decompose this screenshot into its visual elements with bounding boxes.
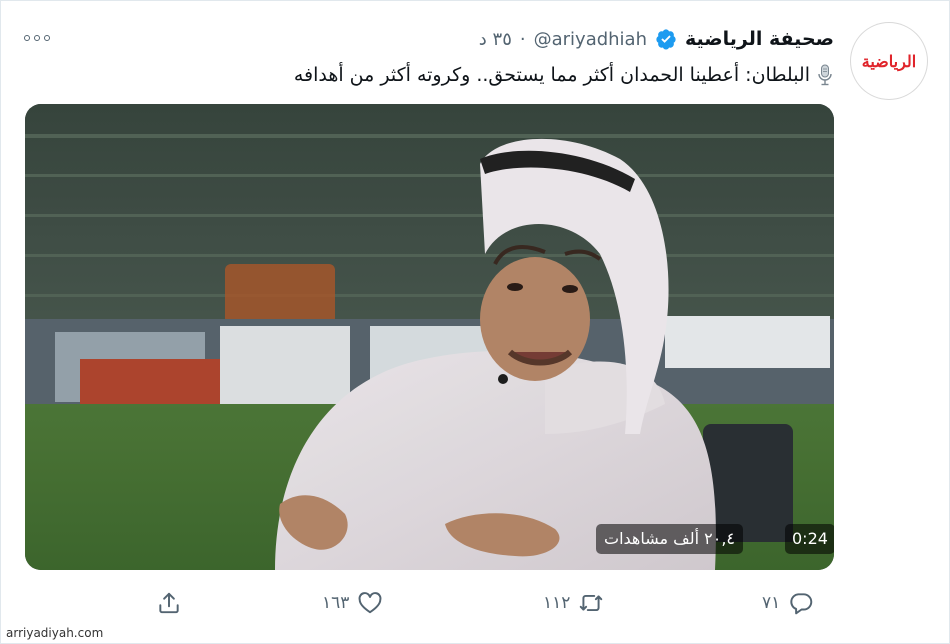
duration-badge: 0:24	[785, 524, 834, 554]
retweet-button[interactable]: ١١٢	[543, 585, 604, 621]
reply-count: ٧١	[762, 593, 781, 613]
microphone-icon	[816, 64, 834, 86]
more-icon[interactable]	[24, 30, 54, 46]
share-icon	[156, 590, 182, 616]
heart-icon	[357, 590, 383, 616]
tweet-header: صحيفة الرياضية @ariyadhiah · ٣٥ د	[479, 24, 834, 54]
separator-dot: ·	[519, 28, 526, 50]
avatar[interactable]: الرياضية	[850, 22, 928, 100]
like-button[interactable]: ١٦٣	[322, 585, 383, 621]
share-button[interactable]	[156, 585, 182, 621]
avatar-logo-text: الرياضية	[861, 51, 917, 71]
tweet-card[interactable]: الرياضية صحيفة الرياضية @ariyadhiah · ٣٥…	[0, 0, 950, 644]
display-name[interactable]: صحيفة الرياضية	[685, 28, 834, 50]
reply-button[interactable]: ٧١	[762, 585, 814, 621]
timestamp[interactable]: ٣٥ د	[479, 29, 512, 50]
tweet-text-row: البلطان: أعطينا الحمدان أكثر مما يستحق..…	[134, 58, 834, 92]
tweet-actions: ٧١ ١١٢ ١٦٣	[0, 585, 950, 621]
handle[interactable]: @ariyadhiah	[534, 29, 647, 50]
tweet-text: البلطان: أعطينا الحمدان أكثر مما يستحق..…	[293, 64, 810, 86]
retweet-count: ١١٢	[543, 593, 571, 613]
views-badge: ٢٠,٤ ألف مشاهدات	[596, 524, 743, 554]
video-player[interactable]: ٢٠,٤ ألف مشاهدات 0:24	[25, 104, 834, 570]
video-thumbnail	[25, 104, 834, 570]
like-count: ١٦٣	[322, 593, 350, 613]
verified-badge-icon	[655, 28, 677, 50]
retweet-icon	[578, 590, 604, 616]
watermark-text: arriyadiyah.com	[6, 626, 104, 640]
reply-icon	[788, 590, 814, 616]
